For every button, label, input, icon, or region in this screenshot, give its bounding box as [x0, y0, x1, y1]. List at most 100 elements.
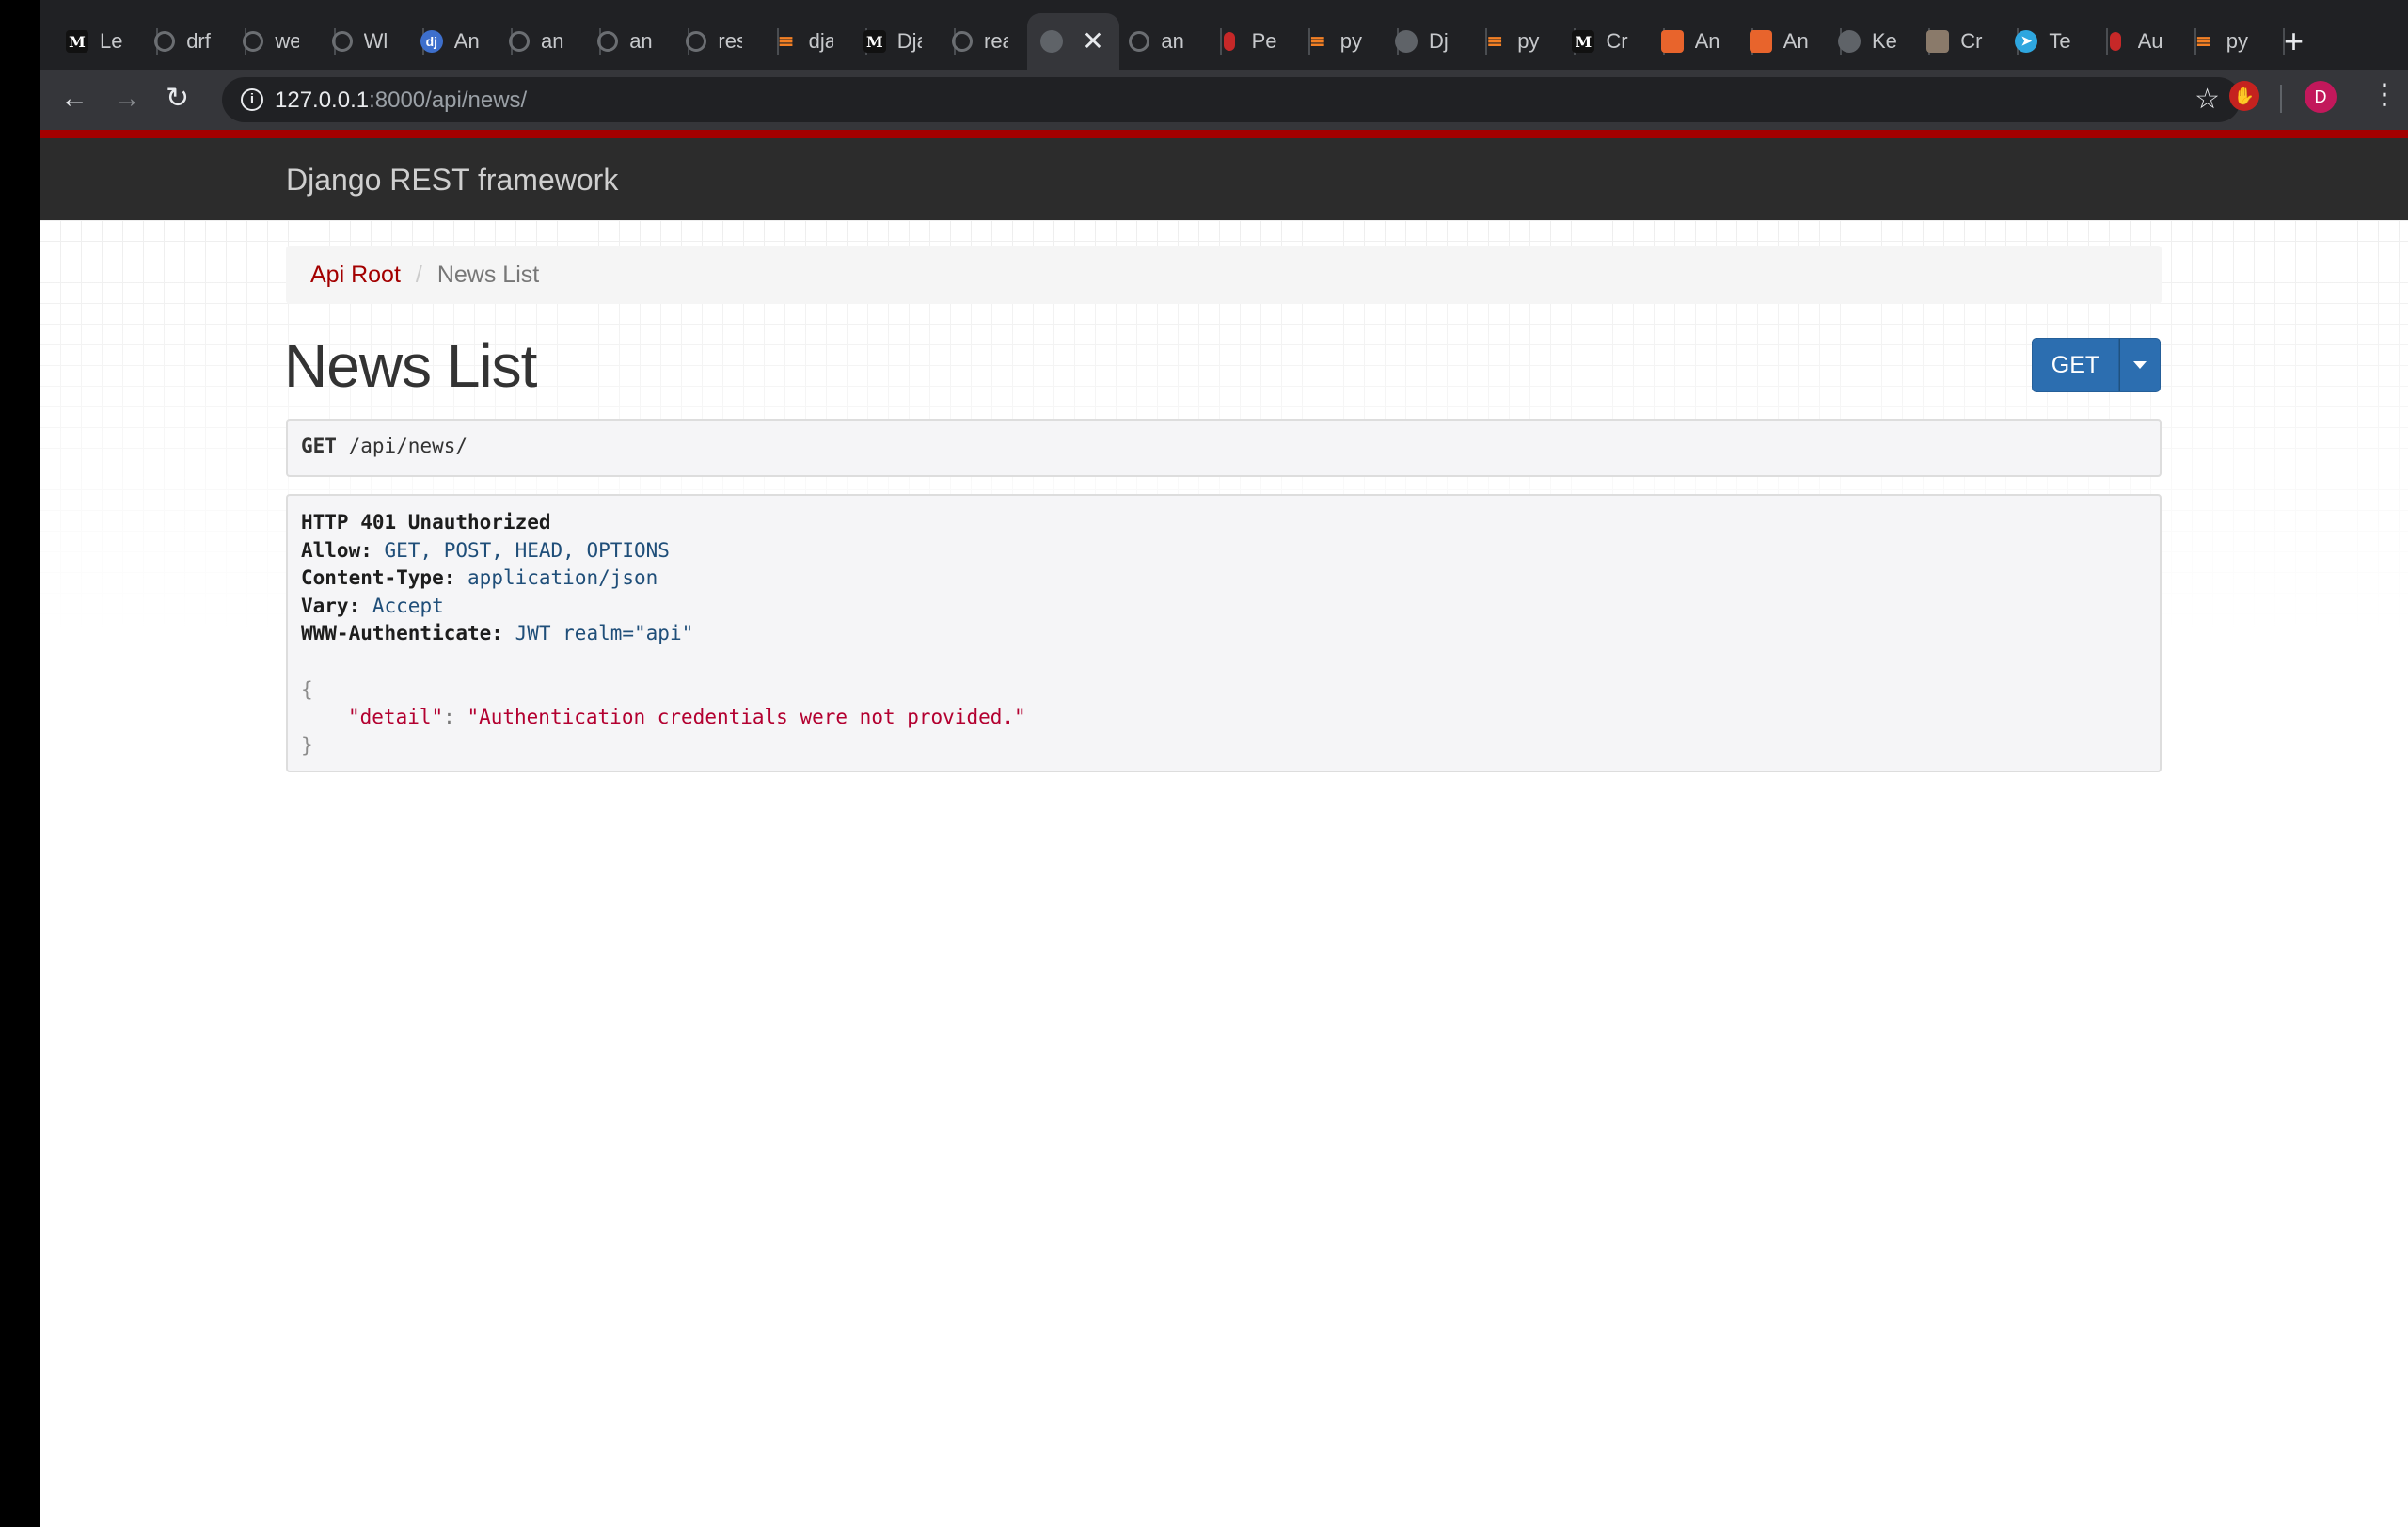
breadcrumb: Api Root / News List [286, 246, 2162, 304]
tab-title: Ke [1872, 29, 1896, 53]
tab-title: Le [100, 29, 123, 53]
browser-window: M Le drf we Wl dj An an an res ≡ dja M Dja rea ✕ an Pe ≡ py… [0, 0, 2408, 1527]
github-icon [243, 31, 264, 52]
github-icon [154, 31, 176, 52]
browser-tab[interactable]: ≡ py [2193, 21, 2285, 62]
browser-toolbar: ← → ↻ i 127.0.0.1:8000/api/news/ ☆ ✋ D ⋮ [40, 70, 2408, 130]
profile-avatar[interactable]: D [2305, 81, 2337, 113]
url-host: 127.0.0.1 [275, 87, 370, 113]
tab-title: Au [2137, 29, 2162, 53]
browser-tab[interactable]: An [1749, 21, 1842, 62]
tab-title: dja [808, 29, 833, 53]
reload-icon[interactable]: ↻ [166, 83, 189, 115]
close-tab-icon[interactable]: ✕ [1082, 28, 1103, 55]
navbar-brand[interactable]: Django REST framework [286, 163, 618, 198]
breadcrumb-separator: / [415, 261, 422, 288]
get-format-dropdown[interactable] [2119, 338, 2161, 392]
page-title: News List [284, 332, 537, 400]
browser-tab[interactable]: we [243, 21, 336, 62]
extension-stop-icon[interactable]: ✋ [2229, 81, 2259, 111]
tab-title: py [1339, 29, 1363, 53]
tab-title: drf [186, 29, 211, 53]
medium-icon: M [66, 30, 88, 53]
browser-tab[interactable]: Pe [1218, 21, 1310, 62]
orange-app-icon [1749, 30, 1772, 53]
browser-tab[interactable]: ≡ py [1307, 21, 1399, 62]
browser-tab[interactable]: Au [2104, 21, 2196, 62]
browser-tab[interactable]: Wl [331, 21, 424, 62]
red-pill-icon [1218, 30, 1241, 53]
browser-tab[interactable]: An [1660, 21, 1753, 62]
browser-tab[interactable]: M Le [66, 21, 159, 62]
new-tab-button[interactable]: + [2284, 23, 2304, 60]
forward-arrow-icon[interactable]: → [113, 83, 141, 115]
header-value: application/json [467, 566, 658, 590]
screen-edge [0, 0, 40, 1527]
back-arrow-icon[interactable]: ← [60, 83, 88, 115]
stackoverflow-icon: ≡ [777, 29, 795, 54]
tab-title: res [718, 29, 743, 53]
toolbar-divider [2280, 85, 2282, 113]
browser-tab[interactable]: ✕ [1027, 13, 1120, 70]
browser-tab[interactable]: M Dja [863, 21, 956, 62]
browser-tab[interactable]: Ke [1838, 21, 1931, 62]
browser-menu-icon[interactable]: ⋮ [2370, 79, 2399, 111]
telegram-icon: ➤ [2015, 30, 2038, 53]
address-bar[interactable]: i 127.0.0.1:8000/api/news/ ☆ [222, 77, 2241, 122]
stackoverflow-icon: ≡ [1308, 29, 1327, 54]
github-icon [1129, 31, 1150, 52]
header-value: Accept [372, 594, 444, 617]
json-value: "Authentication credentials were not pro… [467, 706, 1026, 729]
site-info-icon[interactable]: i [241, 88, 263, 111]
github-icon [597, 31, 619, 52]
get-button[interactable]: GET [2032, 338, 2119, 392]
browser-tab[interactable]: drf [154, 21, 247, 62]
tab-title: an [541, 29, 564, 53]
github-icon [952, 31, 973, 52]
header-value: GET, POST, HEAD, OPTIONS [384, 538, 670, 562]
json-close-brace: } [301, 733, 313, 756]
tab-title: An [1782, 29, 1808, 53]
browser-tab[interactable]: an [1129, 21, 1222, 62]
tab-title: an [629, 29, 653, 53]
response-header: Content-Type: application/json [301, 565, 2147, 593]
tab-title: An [1694, 29, 1719, 53]
photo-icon [1926, 30, 1950, 53]
bookmark-star-icon[interactable]: ☆ [2194, 83, 2220, 116]
tab-title: py [2226, 29, 2249, 53]
browser-tab[interactable]: an [597, 21, 690, 62]
url-text[interactable]: 127.0.0.1:8000/api/news/ [275, 87, 527, 114]
tab-title: Cr [1960, 29, 1983, 53]
json-colon: : [443, 706, 467, 729]
browser-tab[interactable]: res [686, 21, 779, 62]
stackoverflow-icon: ≡ [2194, 29, 2213, 54]
request-method: GET [301, 435, 337, 457]
drf-navbar: Django REST framework [40, 130, 2408, 220]
tab-title: An [453, 29, 479, 53]
globe-icon [1040, 30, 1064, 53]
github-icon [686, 31, 707, 52]
browser-tab[interactable]: Cr [1926, 21, 2020, 62]
tab-title: Wl [363, 29, 388, 53]
json-detail-line: "detail": "Authentication credentials we… [301, 704, 2147, 732]
stackoverflow-icon: ≡ [1485, 29, 1504, 54]
caret-down-icon [2133, 361, 2147, 369]
browser-tab[interactable]: ≡ dja [775, 21, 867, 62]
browser-tab[interactable]: ≡ py [1483, 21, 1576, 62]
tab-title: Te [2049, 29, 2071, 53]
tab-title: rea [984, 29, 1008, 53]
header-name: Content-Type: [301, 566, 456, 590]
breadcrumb-api-root-link[interactable]: Api Root [310, 262, 401, 289]
browser-tab[interactable]: Dj [1395, 21, 1488, 62]
json-open-brace: { [301, 677, 313, 701]
browser-tab[interactable]: an [509, 21, 602, 62]
request-path: /api/news/ [348, 435, 468, 457]
browser-tab[interactable]: dj An [420, 21, 513, 62]
response-header: Allow: GET, POST, HEAD, OPTIONS [301, 537, 2147, 565]
header-name: Allow: [301, 538, 372, 562]
tab-title: we [275, 29, 300, 53]
browser-tab[interactable]: M Cr [1572, 21, 1665, 62]
get-button-group: GET [2032, 338, 2161, 392]
browser-tab[interactable]: ➤ Te [2015, 21, 2108, 62]
tab-title: py [1517, 29, 1540, 53]
